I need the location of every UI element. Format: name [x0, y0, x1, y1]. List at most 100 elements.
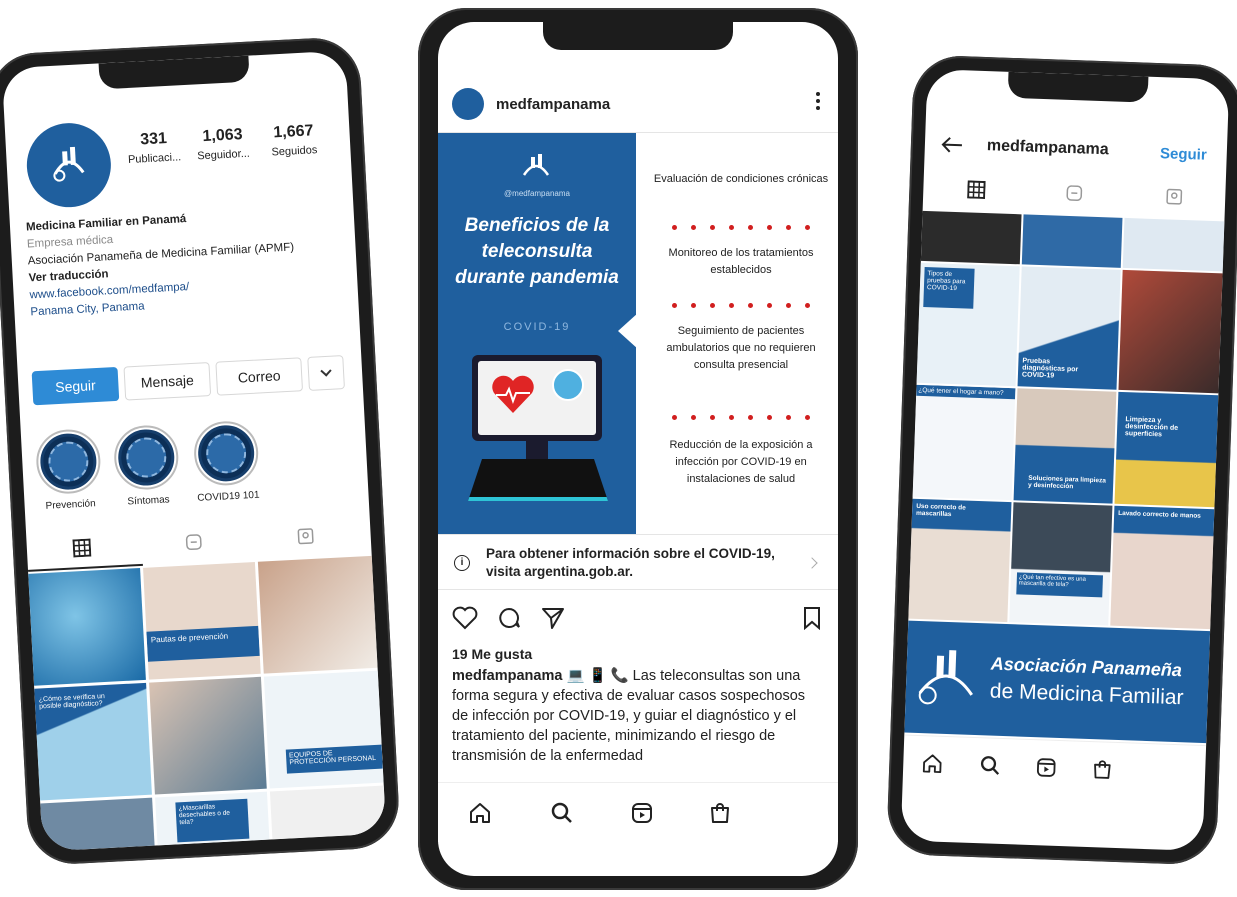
tagged-icon[interactable] [1165, 187, 1184, 206]
search-icon[interactable] [550, 801, 574, 825]
feed-tile[interactable] [1118, 269, 1223, 394]
tile-caption: Limpieza y desinfección de superficies [1124, 416, 1179, 439]
phone-profile: 331 Publicaci... 1,063 Seguidor... 1,667… [0, 35, 401, 867]
like-heart-icon[interactable] [452, 606, 478, 630]
post-right-panel: Evaluación de condiciones crónicas Monit… [648, 133, 834, 535]
back-arrow-icon[interactable] [941, 135, 964, 154]
email-button[interactable]: Correo [215, 357, 304, 396]
apmf-banner[interactable]: Asociación Panameña de Medicina Familiar [904, 620, 1211, 744]
tile-caption: ¿Mascarillas desechables o de tela? [175, 798, 250, 843]
follow-button[interactable]: Seguir [31, 366, 120, 406]
tile-caption: Pautas de prevención [146, 625, 260, 662]
tab-reels[interactable] [184, 533, 203, 552]
highlight-label: COVID19 101 [197, 489, 260, 504]
notch [98, 55, 250, 90]
post-brand: @medfampanama [504, 189, 570, 198]
feed-tile[interactable]: Soluciones para limpieza y desinfección [1013, 388, 1117, 504]
post-image[interactable]: @medfampanama Beneficios de la teleconsu… [438, 132, 838, 535]
grid-post-virus[interactable] [28, 567, 146, 686]
apmf-logo-icon [918, 650, 973, 705]
keyboard-illustration [468, 459, 608, 501]
highlight-label: Prevención [45, 498, 96, 512]
grid-icon[interactable] [967, 180, 986, 200]
covid-notice-text: Para obtener información sobre el COVID-… [486, 546, 775, 579]
grid-icon [72, 538, 92, 558]
home-icon[interactable] [468, 801, 492, 825]
benefit-item: Monitoreo de los tratamientos establecid… [668, 247, 814, 276]
covid-notice[interactable]: i Para obtener información sobre el COVI… [438, 534, 838, 590]
benefit-item: Seguimiento de pacientes ambulatorios qu… [666, 325, 816, 371]
likes-count[interactable]: 19 Me gusta [452, 646, 532, 662]
benefit-item: Evaluación de condiciones crónicas [653, 173, 829, 185]
stat-posts[interactable]: 331 Publicaci... [121, 129, 187, 166]
more-options-button[interactable] [307, 355, 345, 391]
caption-username[interactable]: medfampanama [452, 668, 562, 684]
tile-caption: ¿Qué tener el hogar a mano? [916, 384, 1016, 400]
stat-followers[interactable]: 1,063 Seguidor... [187, 125, 259, 163]
search-icon[interactable] [979, 754, 1002, 777]
highlight-prevencion[interactable] [34, 427, 103, 496]
tagged-icon [297, 528, 314, 545]
highlight-sintomas[interactable] [112, 423, 180, 492]
grid-post-mascarillas[interactable]: ¿Mascarillas desechables o de tela? [155, 791, 270, 846]
share-icon[interactable] [540, 606, 566, 630]
stat-following[interactable]: 1,667 Seguidos [261, 122, 327, 159]
chevron-down-icon [320, 365, 332, 377]
divider-dots [648, 225, 834, 230]
grid-post-light[interactable] [269, 785, 387, 840]
avatar[interactable] [24, 121, 114, 210]
grid-post-diagnostico[interactable]: ¿Cómo se verifica un posible diagnóstico… [34, 682, 152, 801]
post-headline: Beneficios de la teleconsulta durante pa… [455, 215, 619, 288]
follow-link[interactable]: Seguir [1160, 145, 1207, 164]
home-icon[interactable] [921, 752, 944, 775]
monitor-illustration [472, 355, 602, 441]
reels-icon[interactable] [1065, 184, 1084, 203]
feed-tile[interactable]: ¿Qué tener el hogar a mano? [912, 384, 1016, 501]
shop-icon[interactable] [708, 801, 732, 825]
divider-dots [648, 303, 834, 308]
tile-caption: Pruebas diagnósticas por COVID-19 [1021, 357, 1079, 380]
grid-post-epp[interactable]: EQUIPOS DE PROTECCIÓN PERSONAL [263, 670, 384, 789]
stat-value: 1,063 [202, 126, 243, 146]
post-avatar[interactable] [452, 88, 484, 120]
tile-caption: ¿Qué tan efectivo es una mascarilla de t… [1016, 572, 1103, 598]
save-bookmark-icon[interactable] [802, 606, 822, 630]
shop-icon[interactable] [1091, 758, 1114, 781]
reels-icon[interactable] [630, 801, 654, 825]
monitor-stand [526, 441, 548, 459]
feed-tile[interactable] [1021, 214, 1123, 268]
notch [543, 22, 733, 50]
post-left-panel: @medfampanama Beneficios de la teleconsu… [438, 133, 636, 535]
feed-tile[interactable] [1122, 217, 1225, 272]
feed-tile[interactable]: Limpieza y desinfección de superficies [1114, 391, 1219, 508]
feed-tile[interactable]: Uso correcto de mascarillas [908, 498, 1012, 623]
feed-tile[interactable] [920, 210, 1022, 265]
info-icon: i [454, 555, 470, 571]
comment-icon[interactable] [496, 606, 522, 630]
stat-value: 1,667 [272, 122, 314, 142]
tab-grid[interactable] [72, 538, 92, 558]
feed-tile[interactable]: Lavado correcto de manos [1110, 505, 1215, 630]
feed-tile[interactable]: Tipos de pruebas para COVID-19 [916, 262, 1020, 387]
grid-post-people[interactable] [40, 797, 155, 852]
highlight-covid19-101[interactable] [192, 419, 260, 487]
reels-icon[interactable] [1035, 756, 1058, 779]
feed-tile[interactable]: ¿Qué tan efectivo es una mascarilla de t… [1009, 502, 1113, 626]
tile-caption: Soluciones para limpieza y desinfección [1027, 474, 1107, 491]
notch [1007, 71, 1149, 103]
virus-icon [205, 432, 248, 475]
message-button[interactable]: Mensaje [123, 362, 212, 401]
feed-tile[interactable]: Pruebas diagnósticas por COVID-19 [1017, 266, 1121, 390]
highlight-label: Síntomas [127, 494, 170, 508]
grid-post-handwash[interactable] [257, 555, 378, 674]
grid-post-prevencion[interactable]: Pautas de prevención [143, 561, 261, 680]
tab-tagged[interactable] [296, 527, 315, 546]
post-pointer [618, 313, 638, 349]
phone-post: medfampanama @medfampanama Beneficios de… [418, 8, 858, 890]
post-username[interactable]: medfampanama [496, 96, 610, 113]
heart-icon [492, 375, 534, 413]
more-options-icon[interactable] [816, 92, 820, 110]
banner-line-2: de Medicina Familiar [989, 679, 1184, 710]
banner-line-1: Asociación Panameña [990, 653, 1183, 681]
grid-post-mask-woman[interactable] [149, 676, 267, 795]
